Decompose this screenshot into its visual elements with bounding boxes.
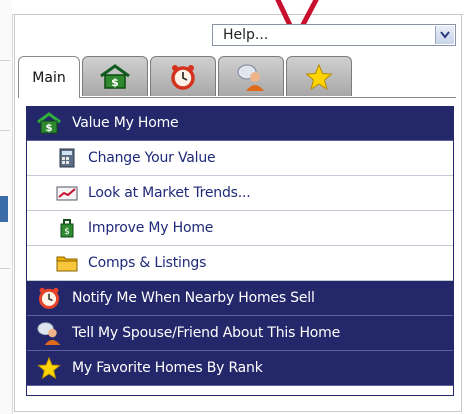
people-chat-icon [36,322,62,345]
people-chat-icon [237,64,264,91]
menu-item-label: Value My Home [72,115,179,131]
chart-icon [54,182,80,204]
menu-item-favorite-homes[interactable]: My Favorite Homes By Rank [26,351,454,386]
menu-item-label: Comps & Listings [88,255,207,271]
menu-item-notify-nearby-sales[interactable]: Notify Me When Nearby Homes Sell [26,281,454,316]
tab-favorites[interactable] [286,56,352,96]
svg-text:$: $ [46,123,53,134]
menu-item-comps-listings[interactable]: Comps & Listings [26,246,454,281]
menu-item-label: Change Your Value [88,150,216,166]
background-page-edge [0,0,13,414]
menu-item-label: Tell My Spouse/Friend About This Home [72,325,341,341]
tab-alerts[interactable] [150,56,216,96]
folder-icon [54,252,80,274]
tab-main[interactable]: Main [18,56,80,98]
tab-main-label: Main [32,69,66,86]
menu-item-value-my-home[interactable]: $ Value My Home [26,106,454,141]
menu-item-label: Improve My Home [88,220,214,236]
menu-item-label: Notify Me When Nearby Homes Sell [72,290,315,306]
menu-item-improve-my-home[interactable]: $ Improve My Home [26,211,454,246]
tab-value-home[interactable]: $ [82,56,148,96]
star-icon [36,356,62,380]
money-house-icon: $ [100,63,130,89]
tab-bar: Main $ [18,56,458,98]
menu-item-label: Look at Market Trends... [88,185,251,201]
star-icon [305,63,333,90]
background-top-strip [12,0,464,15]
menu-item-market-trends[interactable]: Look at Market Trends... [26,176,454,211]
menu-item-change-your-value[interactable]: Change Your Value [26,141,454,176]
tools-icon: $ [54,217,80,239]
menu-item-label: My Favorite Homes By Rank [72,360,263,376]
alarm-clock-icon [171,64,195,90]
help-dropdown-value: Help... [223,27,269,43]
tab-share[interactable] [218,56,284,96]
tab-divider [18,97,456,98]
alarm-clock-icon [36,287,62,309]
svg-text:$: $ [111,76,119,89]
menu-item-tell-spouse-friend[interactable]: Tell My Spouse/Friend About This Home [26,316,454,351]
help-dropdown[interactable]: Help... [212,24,456,46]
calculator-icon [54,147,80,169]
action-menu: $ Value My Home Change Your Value Look a… [26,106,454,386]
svg-text:$: $ [64,227,70,237]
chevron-down-icon[interactable] [435,26,454,44]
money-house-icon: $ [36,112,62,134]
background-page-marker [0,196,8,222]
